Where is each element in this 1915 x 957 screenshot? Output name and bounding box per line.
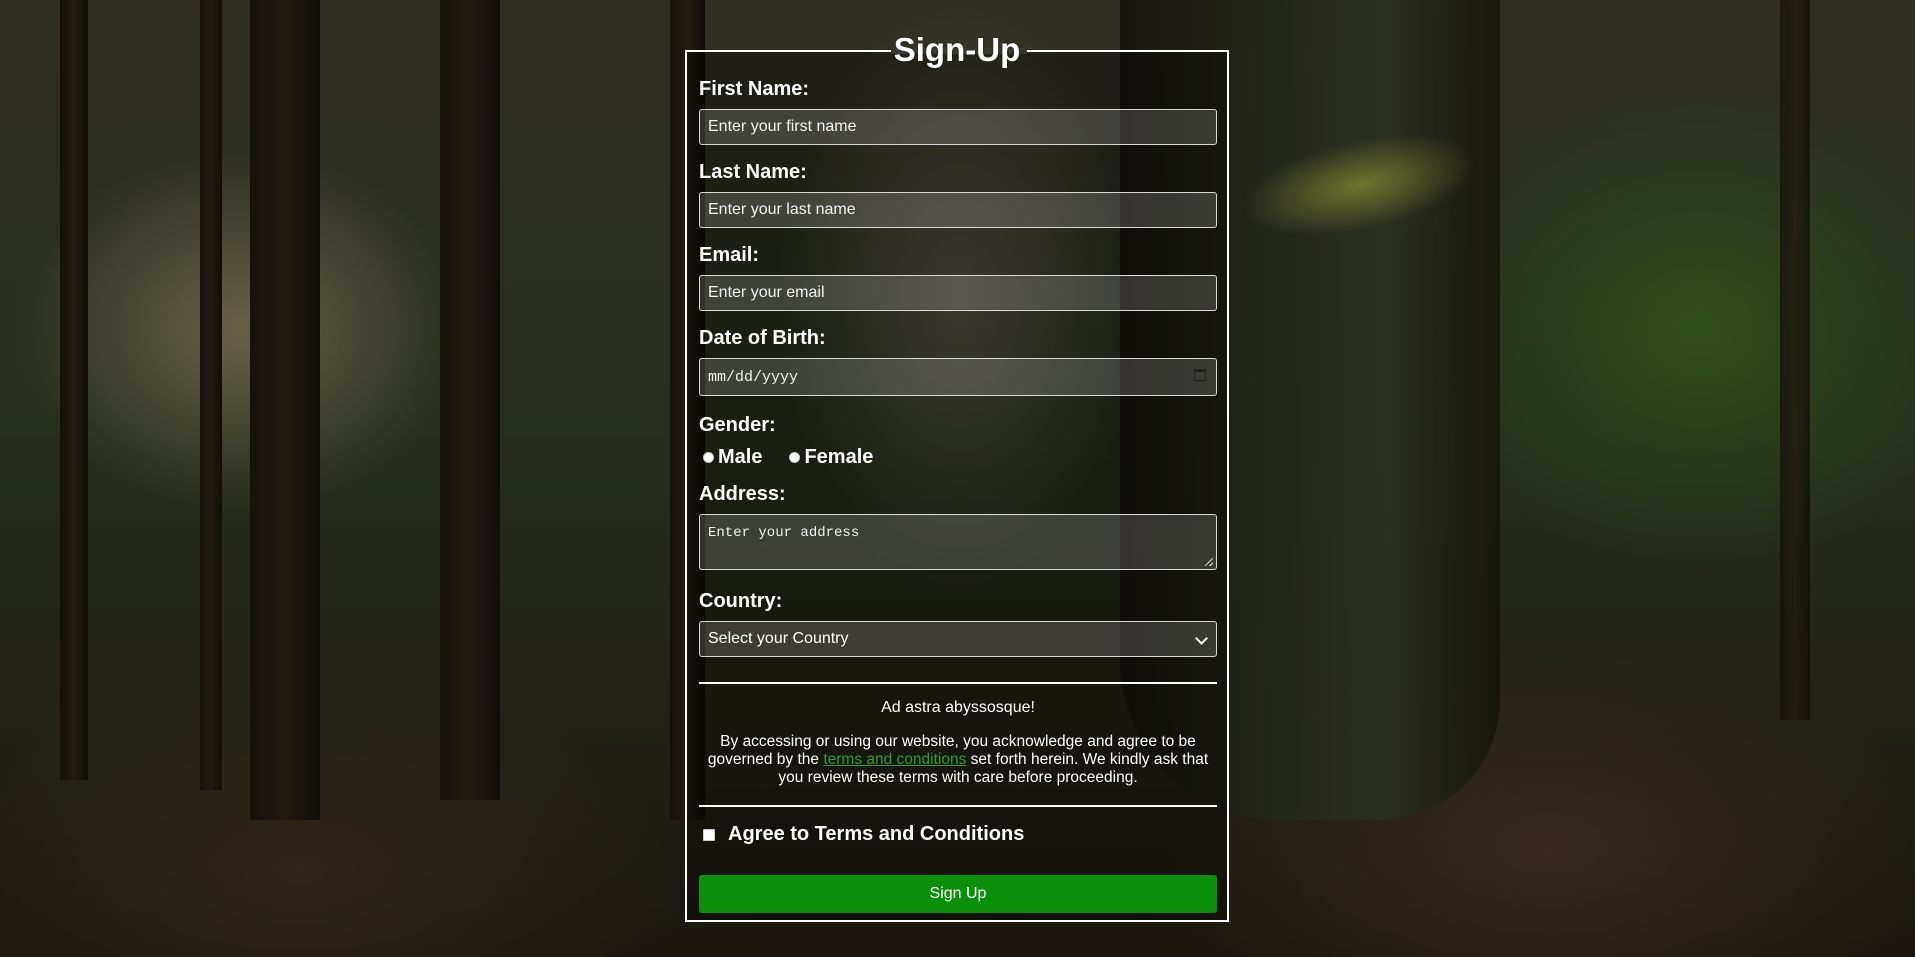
dob-placeholder: mm/dd/yyyy [708,368,799,386]
email-placeholder: Enter your email [708,284,825,301]
gender-label: Gender: [699,414,776,436]
country-select[interactable]: Select your Country [699,621,1217,657]
chevron-down-icon [1195,632,1208,645]
address-textarea[interactable]: Enter your address [699,514,1217,570]
address-label: Address: [699,483,786,505]
last-name-placeholder: Enter your last name [708,201,856,218]
agree-checkbox[interactable] [703,828,715,841]
calendar-icon[interactable] [1194,369,1206,381]
female-label[interactable]: Female [804,446,873,468]
first-name-placeholder: Enter your first name [708,118,857,135]
form-body: First Name: Enter your first name Last N… [699,52,1217,920]
address-placeholder: Enter your address [708,525,860,541]
signup-form: Sign-Up First Name: Enter your first nam… [685,32,1229,922]
country-selected-value: Select your Country [708,630,849,647]
email-input[interactable]: Enter your email [699,275,1217,311]
agree-row: Agree to Terms and Conditions [703,823,1024,846]
dob-input[interactable]: mm/dd/yyyy [699,358,1217,396]
email-label: Email: [699,244,760,266]
divider-top [699,682,1217,684]
signup-button[interactable]: Sign Up [699,875,1217,913]
first-name-label: First Name: [699,78,810,100]
first-name-input[interactable]: Enter your first name [699,109,1217,145]
female-radio[interactable] [789,451,801,463]
last-name-label: Last Name: [699,161,807,183]
male-label[interactable]: Male [718,446,762,468]
agree-label[interactable]: Agree to Terms and Conditions [728,823,1024,846]
terms-paragraph: By accessing or using our website, you a… [699,733,1217,787]
divider-bottom [699,805,1217,807]
resize-handle-icon[interactable] [1205,558,1213,566]
dob-label: Date of Birth: [699,327,826,349]
male-radio[interactable] [703,451,714,463]
motto-text: Ad astra abyssosque! [881,699,1035,716]
terms-link[interactable]: terms and conditions [823,751,966,768]
last-name-input[interactable]: Enter your last name [699,192,1217,228]
gender-options: Male Female [703,446,900,468]
country-label: Country: [699,590,783,612]
